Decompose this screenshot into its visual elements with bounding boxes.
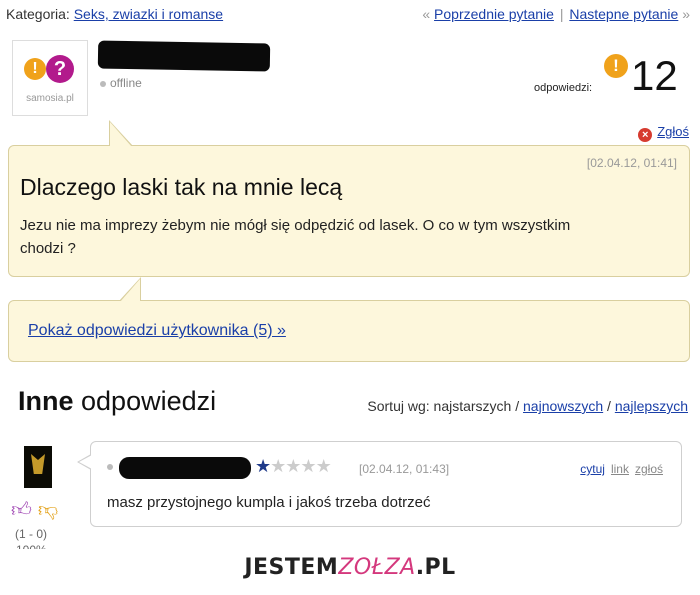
answer-permalink[interactable]: link <box>611 462 629 476</box>
left-quote: « <box>422 6 431 22</box>
other-answers-heading-rest: odpowiedzi <box>73 386 217 416</box>
top-bar: Kategoria: Seks, zwiazki i romanse « Pop… <box>6 6 690 26</box>
answer-actions: cytuj link zgłoś <box>580 462 663 476</box>
report-answer-link[interactable]: zgłoś <box>635 462 663 476</box>
star-empty-icon[interactable]: ★ <box>300 456 316 476</box>
star-empty-icon[interactable]: ★ <box>285 456 301 476</box>
answer-text: masz przystojnego kumpla i jakoś trzeba … <box>107 494 431 511</box>
status-dot-icon <box>100 80 106 87</box>
sort-label: Sortuj wg: najstarszych / <box>367 398 524 414</box>
show-user-answers-link[interactable]: Pokaż odpowiedzi użytkownika (5) » <box>28 322 286 340</box>
thumbs-up-icon[interactable]: 👍︎ <box>11 499 32 521</box>
avatar-face <box>31 454 45 474</box>
watermark-logo: JESTEMZOŁZA.PL <box>244 555 455 580</box>
other-answers-heading-bold: Inne <box>18 386 74 416</box>
question-body: Jezu nie ma imprezy żebym nie mógł się o… <box>20 217 571 257</box>
cite-link[interactable]: cytuj <box>580 462 605 476</box>
previous-question-link[interactable]: Poprzednie pytanie <box>434 6 554 22</box>
next-question-link[interactable]: Nastepne pytanie <box>569 6 678 22</box>
answers-bubble-icon: ! <box>604 54 628 78</box>
answer-box: ★★★★★ [02.04.12, 01:43] cytuj link zgłoś m… <box>77 441 682 527</box>
avatar-brand-text: samosia.pl <box>26 93 74 104</box>
right-quote: » <box>682 6 690 22</box>
star-empty-icon[interactable]: ★ <box>270 456 286 476</box>
report-question[interactable]: × Zgłoś <box>638 124 689 142</box>
report-link[interactable]: Zgłoś <box>657 124 689 139</box>
star-filled-icon[interactable]: ★ <box>255 456 271 476</box>
other-answers-heading: Inne odpowiedzi <box>18 386 216 417</box>
watermark-part2: ZOŁZA <box>338 555 416 580</box>
answerer-avatar[interactable] <box>24 446 52 488</box>
thumbs-down-icon[interactable]: 👎︎ <box>38 499 58 521</box>
report-icon: × <box>638 128 653 142</box>
user-box-tail-fill <box>120 279 140 302</box>
answer-votes: 👍︎ 👎︎ (1 - 0) 100% <box>11 499 66 551</box>
answerer-status-dot-icon <box>107 464 113 470</box>
answer-timestamp: [02.04.12, 01:43] <box>359 462 450 476</box>
status-text: offline <box>110 76 142 90</box>
redacted-username <box>97 40 271 72</box>
vote-score: (1 - 0) <box>15 527 48 541</box>
category-label: Kategoria: <box>6 6 70 22</box>
answers-count-label: odpowiedzi: <box>534 82 593 94</box>
question-title: Dlaczego laski tak na mnie lecą <box>20 174 343 200</box>
redacted-answer-username <box>119 457 251 479</box>
sort-best-link[interactable]: najlepszych <box>615 398 688 414</box>
nav-separator: | <box>559 6 564 22</box>
question-bubble-icon: ? <box>46 55 74 83</box>
answer-bubble-tail-fill <box>79 455 92 469</box>
site-watermark: JESTEMZOŁZA.PL <box>0 549 700 589</box>
sort-separator: / <box>603 398 615 414</box>
exclamation-bubble-icon: ! <box>24 58 46 80</box>
sort-options: Sortuj wg: najstarszych / najnowszych / … <box>367 398 688 414</box>
watermark-part3: .PL <box>415 555 456 580</box>
question-timestamp: [02.04.12, 01:41] <box>586 156 677 170</box>
sort-newest-link[interactable]: najnowszych <box>523 398 603 414</box>
user-answers-box: Pokaż odpowiedzi użytkownika (5) » <box>8 277 690 362</box>
answers-count-value: 12 <box>631 52 678 99</box>
answer-rating-stars: ★★★★★ <box>255 456 332 477</box>
watermark-part1: JESTEM <box>244 555 339 580</box>
question-bubble-tail-fill <box>110 122 132 147</box>
question-box: [02.04.12, 01:41] Dlaczego laski tak na … <box>8 120 690 277</box>
category-breadcrumb: Kategoria: Seks, zwiazki i romanse <box>6 6 223 22</box>
category-link[interactable]: Seks, zwiazki i romanse <box>74 6 223 22</box>
question-navigation: « Poprzednie pytanie | Nastepne pytanie … <box>422 6 690 22</box>
author-avatar[interactable]: ! ? samosia.pl <box>12 40 88 116</box>
star-empty-icon[interactable]: ★ <box>316 456 332 476</box>
author-status: offline <box>100 76 142 90</box>
